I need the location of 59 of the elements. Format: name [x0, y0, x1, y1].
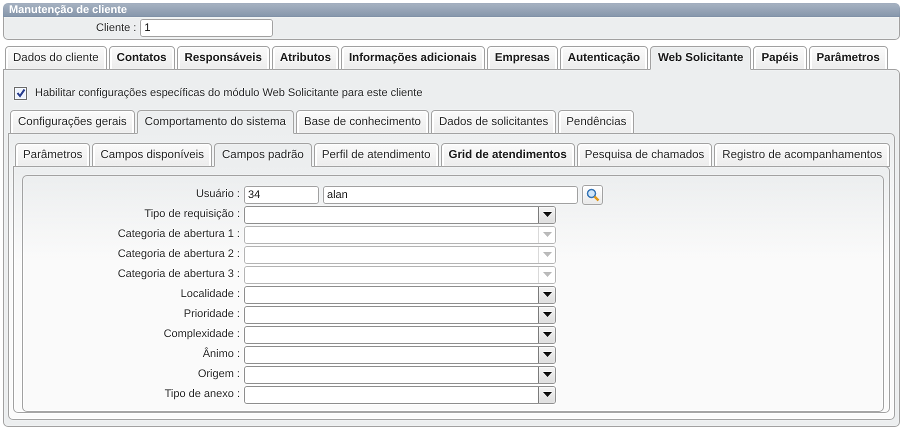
field-label: Categoria de abertura 3 : — [116, 267, 241, 282]
tab[interactable]: Informações adicionais — [340, 46, 485, 70]
dropdown-arrow-icon — [542, 372, 552, 377]
field-label: Usuário : — [194, 187, 241, 202]
checkbox-label: Habilitar configurações específicas do módulo Web Solicitante para este cliente — [35, 86, 422, 101]
tab[interactable]: Perfil de atendimento — [314, 142, 439, 166]
dropdown-arrow-icon — [542, 212, 552, 217]
field-label: Complexidade : — [162, 327, 241, 342]
tab[interactable]: Registro de acompanhamentos — [714, 142, 890, 166]
tab[interactable]: Parâmetros — [15, 142, 90, 166]
select-field[interactable] — [244, 206, 556, 224]
field-label: Categoria de abertura 1 : — [116, 227, 241, 242]
tab[interactable]: Campos padrão — [214, 142, 312, 166]
search-icon — [586, 188, 600, 202]
select-field[interactable] — [244, 286, 556, 304]
select-field[interactable] — [244, 386, 556, 404]
dropdown-arrow-icon — [542, 272, 552, 277]
window-title: Manutenção de cliente — [3, 3, 900, 17]
client-input-field[interactable]: 1 — [140, 19, 274, 37]
field-label: Ânimo : — [202, 346, 241, 362]
dropdown-arrow-icon — [542, 332, 552, 337]
field-label: Cliente : — [96, 20, 136, 36]
field-label: Tipo de anexo : — [164, 387, 241, 402]
tab[interactable]: Web Solicitante — [650, 46, 752, 70]
field-label: Prioridade : — [182, 307, 241, 322]
tab[interactable]: Parâmetros — [808, 46, 888, 70]
dropdown-arrow-icon — [542, 252, 552, 257]
dropdown-arrow-icon — [542, 292, 552, 297]
tab[interactable]: Papéis — [753, 46, 807, 70]
select-field[interactable] — [244, 366, 556, 384]
dropdown-arrow-icon — [542, 232, 552, 237]
tab[interactable]: Dados de solicitantes — [430, 110, 556, 134]
select-field[interactable] — [244, 346, 556, 364]
tab[interactable]: Autenticação — [560, 46, 648, 70]
tab[interactable]: Configurações gerais — [10, 110, 135, 134]
tab[interactable]: Empresas — [486, 46, 558, 70]
select-field[interactable] — [244, 306, 556, 324]
tab[interactable]: Pesquisa de chamados — [576, 142, 712, 166]
tab[interactable]: Atributos — [272, 46, 339, 70]
tab[interactable]: Responsáveis — [176, 46, 270, 70]
dropdown-arrow-icon — [542, 312, 552, 317]
field-label: Localidade : — [180, 287, 241, 302]
tab[interactable]: Campos disponíveis — [92, 142, 212, 166]
field-label: Tipo de requisição : — [143, 207, 241, 222]
tab[interactable]: Comportamento do sistema — [136, 110, 294, 134]
tab[interactable]: Contatos — [108, 46, 175, 70]
tab[interactable]: Pendências — [558, 110, 634, 134]
field-label: Origem : — [196, 367, 241, 382]
tab[interactable]: Grid de atendimentos — [440, 142, 575, 166]
code-input-field[interactable]: 34 — [244, 186, 319, 204]
tab[interactable]: Base de conhecimento — [296, 110, 429, 134]
dropdown-arrow-icon — [542, 392, 552, 397]
dropdown-arrow-icon — [542, 352, 552, 357]
field-label: Categoria de abertura 2 : — [116, 247, 241, 262]
tab[interactable]: Dados do cliente — [5, 46, 107, 70]
checkbox[interactable] — [14, 86, 27, 100]
select-field[interactable] — [244, 326, 556, 344]
search-button[interactable] — [582, 184, 603, 204]
name-input-field[interactable]: alan — [323, 186, 578, 204]
